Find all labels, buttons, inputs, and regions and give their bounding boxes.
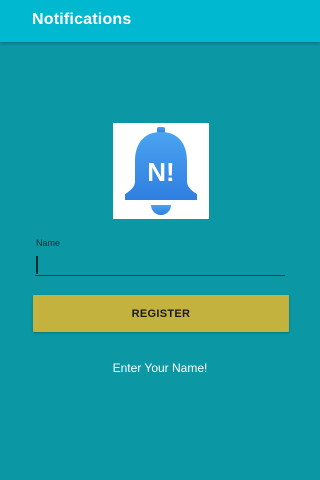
name-label: Name xyxy=(36,238,61,248)
register-button[interactable]: REGISTER xyxy=(33,295,289,332)
app-logo: N! xyxy=(113,123,209,219)
hint-text: Enter Your Name! xyxy=(112,361,208,375)
text-cursor xyxy=(36,256,38,274)
bell-badge-text: N! xyxy=(147,157,174,187)
name-input[interactable] xyxy=(35,254,285,276)
app-title: Notifications xyxy=(32,11,132,28)
app-bar: Notifications xyxy=(0,0,320,42)
notification-bell-icon: N! xyxy=(125,127,197,215)
